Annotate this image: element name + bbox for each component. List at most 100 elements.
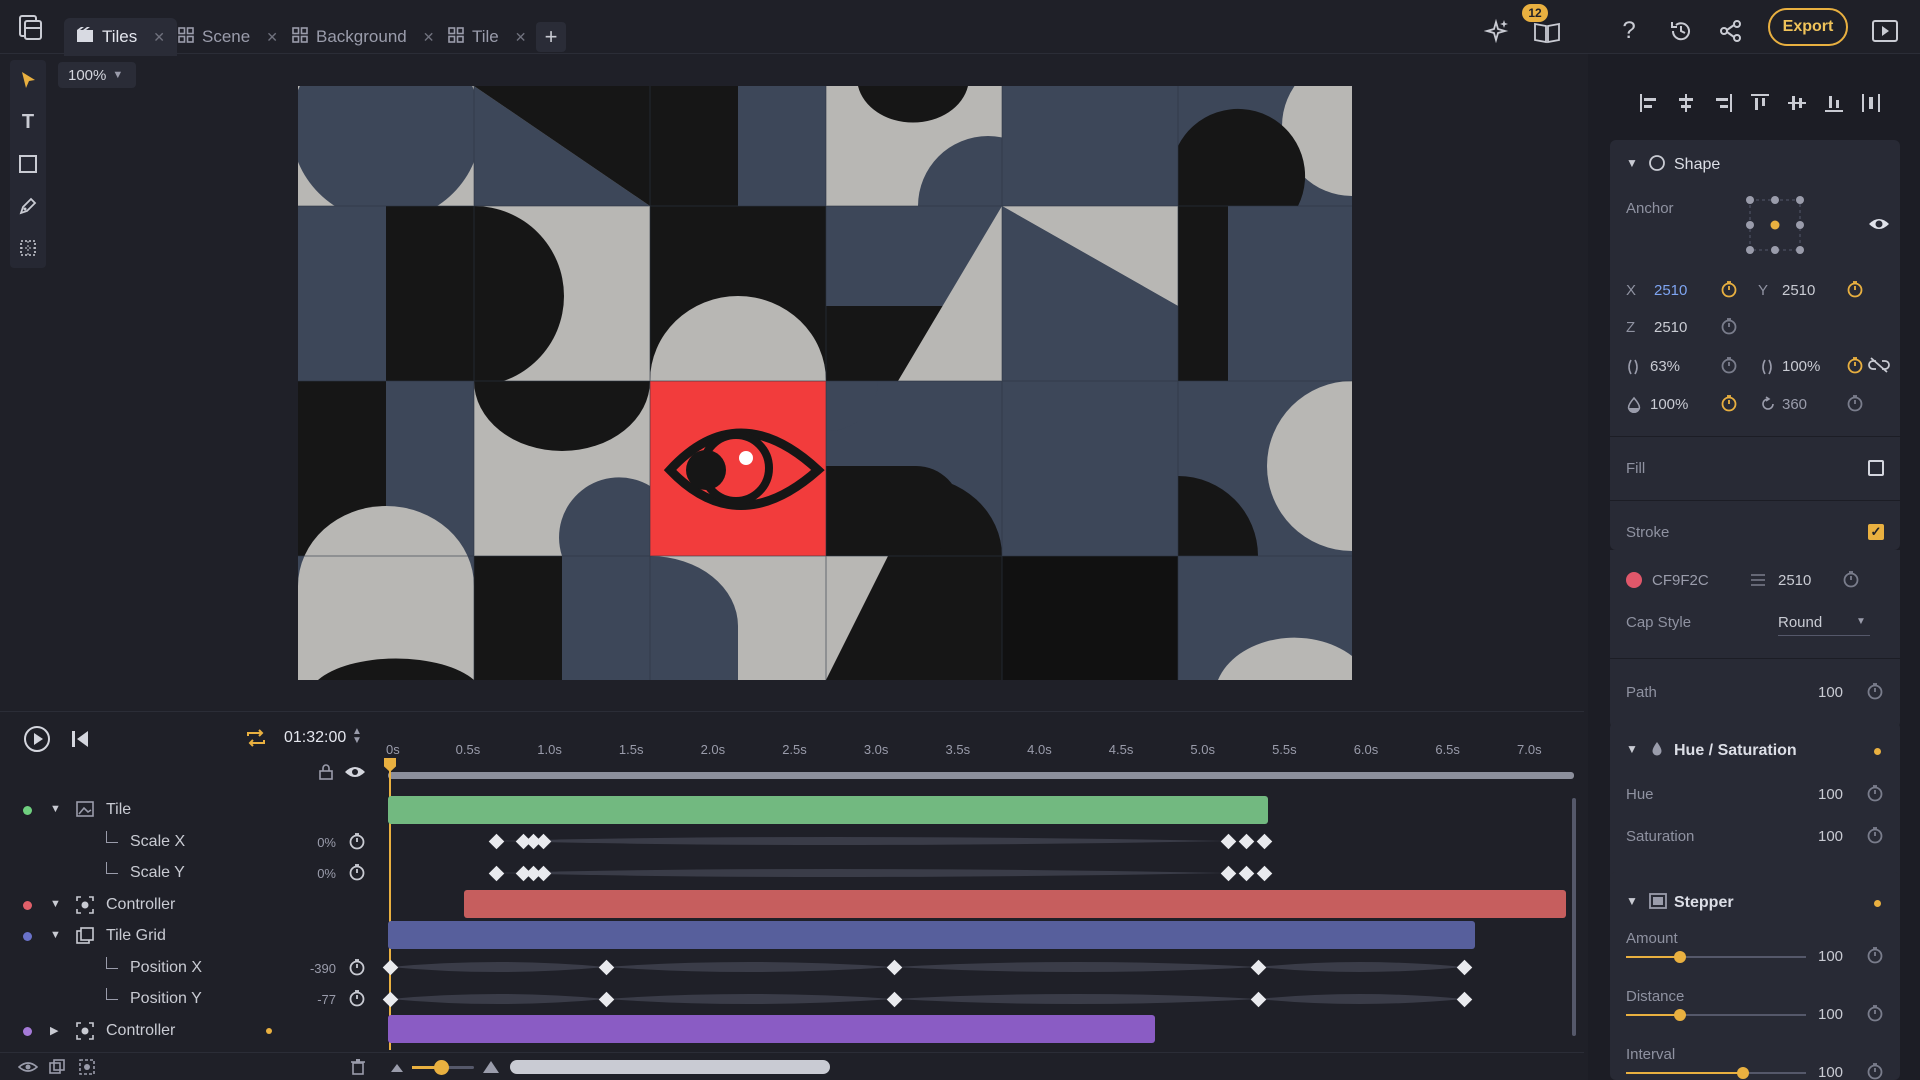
distance-value-input[interactable]: 100 [1818,1006,1843,1023]
selection-grid-icon[interactable] [12,232,44,264]
timeline-zoom-thumb[interactable] [434,1060,449,1075]
help-icon[interactable]: ? [1612,14,1646,48]
chevron-down-icon[interactable]: ▼ [1626,894,1638,908]
eye-visibility-icon[interactable] [1868,216,1890,237]
preview-play-icon[interactable] [1868,14,1902,48]
align-middle-v-icon[interactable] [1786,92,1808,119]
property-value[interactable]: -390 [310,961,336,976]
layer-name[interactable]: Controller [106,896,175,914]
time-stepper-icon[interactable]: ▲ ▼ [352,727,362,746]
align-bottom-icon[interactable] [1823,92,1845,119]
layer-name[interactable]: Controller [106,1022,175,1040]
stopwatch-icon[interactable] [1842,570,1860,593]
stopwatch-icon[interactable] [348,832,366,855]
tab-scene[interactable]: Scene ✕ [166,18,290,56]
export-button[interactable]: Export [1768,8,1848,46]
chevron-down-icon[interactable]: ▼ [1626,156,1638,170]
close-icon[interactable]: ✕ [423,29,435,46]
amount-value-input[interactable]: 100 [1818,948,1843,965]
zoom-in-mountain-icon[interactable] [482,1058,500,1079]
timeline-zoom-slider[interactable] [412,1060,474,1075]
tab-tiles[interactable]: Tiles ✕ [64,18,177,56]
distribute-icon[interactable] [1860,92,1882,119]
property-name[interactable]: Position X [130,959,202,977]
interval-slider[interactable] [1626,1067,1806,1079]
layer-row[interactable]: ▶ Controller [0,1016,380,1047]
chevron-down-icon[interactable]: ▼ [50,929,61,941]
duplicate-icon[interactable] [48,1058,66,1080]
scale-height-input[interactable]: 100% [1782,358,1820,375]
tab-background[interactable]: Background ✕ [280,18,446,56]
current-time[interactable]: 01:32:00 [284,729,346,747]
stopwatch-icon[interactable] [1866,682,1884,705]
close-icon[interactable]: ✕ [153,29,165,46]
rotation-input[interactable]: 360 [1782,396,1807,413]
chevron-right-icon[interactable]: ▶ [50,1024,58,1037]
chevron-down-icon[interactable]: ▼ [50,898,61,910]
stopwatch-icon[interactable] [348,958,366,981]
stopwatch-icon[interactable] [1720,356,1738,379]
property-value[interactable]: 0% [317,835,336,850]
property-name[interactable]: Scale X [130,833,185,851]
stopwatch-icon[interactable] [348,863,366,886]
target-add-icon[interactable] [78,1058,96,1080]
property-value[interactable]: 0% [317,866,336,881]
hue-value-input[interactable]: 100 [1818,786,1843,803]
close-icon[interactable]: ✕ [515,29,527,46]
path-value-input[interactable]: 100 [1818,684,1843,701]
fill-checkbox[interactable] [1868,460,1884,476]
stopwatch-icon[interactable] [348,989,366,1012]
amount-slider[interactable] [1626,951,1806,963]
zoom-out-mountain-icon[interactable] [390,1060,404,1078]
tab-tile[interactable]: Tile ✕ [436,18,539,56]
scale-width-input[interactable]: 63% [1650,358,1680,375]
rectangle-tool-icon[interactable] [12,148,44,180]
add-tab-button[interactable]: + [536,22,566,52]
text-tool-icon[interactable]: T [12,106,44,138]
unlink-icon[interactable] [1868,356,1890,379]
stroke-width-input[interactable]: 2510 [1778,572,1811,589]
layer-row[interactable]: Position X -390 [0,953,380,984]
align-top-icon[interactable] [1749,92,1771,119]
align-center-h-icon[interactable] [1675,92,1697,119]
artboard-canvas[interactable] [298,86,1352,680]
stopwatch-icon[interactable] [1866,946,1884,969]
lock-icon[interactable] [318,764,334,785]
saturation-value-input[interactable]: 100 [1818,828,1843,845]
stroke-color-hex[interactable]: CF9F2C [1652,572,1709,589]
stopwatch-icon[interactable] [1720,317,1738,340]
eye-add-icon[interactable] [17,1059,39,1080]
opacity-input[interactable]: 100% [1650,396,1688,413]
play-button[interactable] [22,724,52,759]
loop-icon[interactable] [244,726,268,755]
stopwatch-icon[interactable] [1846,356,1864,379]
anchor-point-grid[interactable] [1744,194,1806,256]
stopwatch-icon[interactable] [1866,784,1884,807]
layer-row[interactable]: Scale Y 0% [0,858,380,889]
layer-name[interactable]: Tile [106,801,131,819]
share-icon[interactable] [1714,14,1748,48]
property-value[interactable]: -77 [317,992,336,1007]
distance-slider[interactable] [1626,1009,1806,1021]
work-area-bar[interactable] [388,772,1574,779]
stroke-color-swatch[interactable] [1626,572,1642,588]
stopwatch-icon[interactable] [1866,826,1884,849]
cap-style-dropdown[interactable]: Round ▼ [1778,610,1870,636]
chevron-down-icon[interactable]: ▼ [1626,742,1638,756]
pen-tool-icon[interactable] [12,190,44,222]
stopwatch-icon[interactable] [1720,280,1738,303]
layer-row[interactable]: ▼ Tile [0,795,380,826]
stroke-checkbox[interactable]: ✓ [1868,524,1884,540]
chevron-down-icon[interactable]: ▼ [50,803,61,815]
amount-slider-thumb[interactable] [1674,951,1686,963]
visibility-icon[interactable] [344,765,366,784]
trash-icon[interactable] [350,1058,366,1080]
y-value-input[interactable]: 2510 [1782,282,1815,299]
z-value-input[interactable]: 2510 [1654,319,1687,336]
skip-to-start-icon[interactable] [70,728,90,755]
property-name[interactable]: Position Y [130,990,202,1008]
property-name[interactable]: Scale Y [130,864,185,882]
x-value-input[interactable]: 2510 [1654,282,1687,299]
app-logo-icon[interactable] [16,12,46,42]
align-left-icon[interactable] [1638,92,1660,119]
